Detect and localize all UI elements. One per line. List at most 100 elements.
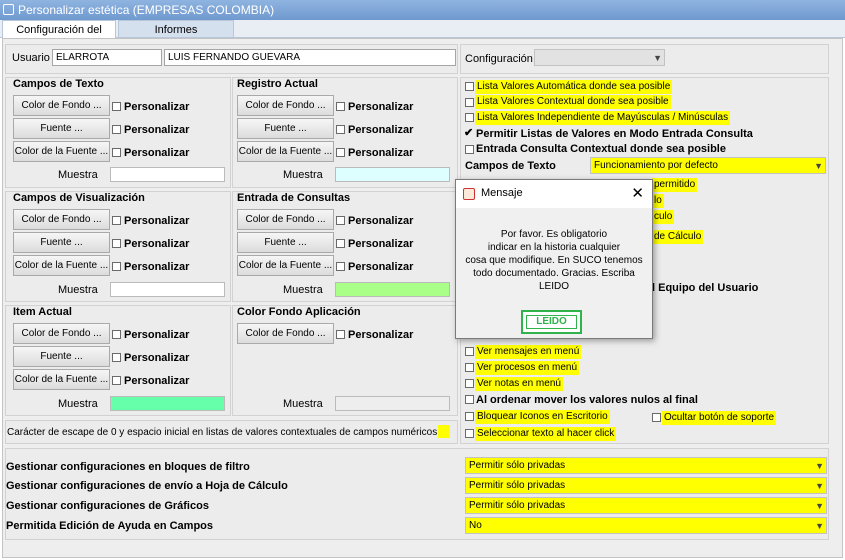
- lista-contextual-checkbox[interactable]: [465, 98, 474, 107]
- muestra-sample: [110, 282, 225, 297]
- color-fondo-button[interactable]: Color de Fondo ...: [13, 209, 110, 230]
- lista-independiente-checkbox[interactable]: [465, 113, 474, 122]
- personalizar-checkbox[interactable]: [336, 239, 345, 248]
- personalizar-label: Personalizar: [124, 329, 190, 341]
- lista-automatica-checkbox[interactable]: [465, 82, 474, 91]
- group-title: Item Actual: [13, 306, 72, 318]
- muestra-sample: [335, 396, 450, 411]
- personalizar-checkbox[interactable]: [112, 330, 121, 339]
- personalizar-checkbox[interactable]: [112, 216, 121, 225]
- fuente-button[interactable]: Fuente ...: [13, 232, 110, 253]
- muestra-sample: [335, 167, 450, 182]
- bottom-row-label: Gestionar configuraciones de Gráficos: [6, 500, 209, 512]
- app-icon: [3, 4, 14, 15]
- bottom-row-select[interactable]: No ▼: [465, 517, 827, 534]
- config-label: Configuración: [465, 53, 533, 65]
- fuente-button[interactable]: Fuente ...: [13, 118, 110, 139]
- escape-color-box[interactable]: [438, 425, 450, 438]
- muestra-label: Muestra: [58, 284, 98, 296]
- fuente-button[interactable]: Fuente ...: [237, 118, 334, 139]
- seleccionar-texto-label: Seleccionar texto al hacer click: [475, 427, 617, 441]
- user-name-field[interactable]: LUIS FERNANDO GUEVARA: [164, 49, 456, 66]
- personalizar-checkbox[interactable]: [336, 148, 345, 157]
- personalizar-checkbox[interactable]: [336, 216, 345, 225]
- personalizar-checkbox[interactable]: [336, 262, 345, 271]
- config-select[interactable]: ▼: [534, 49, 665, 66]
- personalizar-checkbox[interactable]: [112, 353, 121, 362]
- dialog-title: Mensaje: [481, 187, 523, 199]
- checkmark-icon[interactable]: ✔: [464, 126, 473, 139]
- personalizar-label: Personalizar: [348, 101, 414, 113]
- chevron-down-icon: ▼: [815, 481, 824, 491]
- personalizar-label: Personalizar: [124, 375, 190, 387]
- hidden-option-fragment: lo: [652, 194, 664, 208]
- personalizar-checkbox[interactable]: [336, 125, 345, 134]
- personalizar-label: Personalizar: [348, 124, 414, 136]
- color-fondo-button[interactable]: Color de Fondo ...: [13, 95, 110, 116]
- personalizar-label: Personalizar: [124, 261, 190, 273]
- color-fondo-button[interactable]: Color de Fondo ...: [13, 323, 110, 344]
- color-fuente-button[interactable]: Color de la Fuente ...: [13, 255, 110, 276]
- muestra-label: Muestra: [283, 169, 323, 181]
- ocultar-soporte-label: Ocultar botón de soporte: [662, 411, 777, 425]
- muestra-sample: [335, 282, 450, 297]
- user-code-field[interactable]: ELARROTA: [52, 49, 162, 66]
- ocultar-soporte-checkbox[interactable]: [652, 413, 661, 422]
- lista-independiente-label: Lista Valores Independiente de Mayúscula…: [475, 111, 731, 125]
- personalizar-checkbox[interactable]: [112, 239, 121, 248]
- close-icon[interactable]: ✕: [631, 184, 644, 202]
- tab-strip: Configuración del Usuario Informes: [0, 20, 845, 54]
- color-fondo-button[interactable]: Color de Fondo ...: [237, 95, 334, 116]
- window-title: Personalizar estética (EMPRESAS COLOMBIA…: [18, 3, 275, 17]
- personalizar-checkbox[interactable]: [112, 376, 121, 385]
- ver-mensajes-checkbox[interactable]: [465, 347, 474, 356]
- tab-configuracion-usuario[interactable]: Configuración del Usuario: [2, 20, 116, 54]
- personalizar-label: Personalizar: [348, 147, 414, 159]
- color-fuente-button[interactable]: Color de la Fuente ...: [13, 369, 110, 390]
- bottom-row-select[interactable]: Permitir sólo privadas ▼: [465, 477, 827, 494]
- hidden-option-fragment: l Equipo del Usuario: [652, 282, 759, 294]
- group-title: Entrada de Consultas: [237, 192, 351, 204]
- ver-mensajes-label: Ver mensajes en menú: [475, 345, 582, 359]
- bloquear-iconos-checkbox[interactable]: [465, 412, 474, 421]
- personalizar-label: Personalizar: [124, 238, 190, 250]
- ver-procesos-label: Ver procesos en menú: [475, 361, 580, 375]
- personalizar-label: Personalizar: [348, 261, 414, 273]
- ver-procesos-checkbox[interactable]: [465, 363, 474, 372]
- color-fuente-button[interactable]: Color de la Fuente ...: [13, 141, 110, 162]
- muestra-sample: [110, 167, 225, 182]
- muestra-label: Muestra: [283, 284, 323, 296]
- bottom-row-value: No: [469, 520, 482, 531]
- personalizar-checkbox[interactable]: [112, 262, 121, 271]
- personalizar-checkbox[interactable]: [112, 102, 121, 111]
- lista-contextual-label: Lista Valores Contextual donde sea posib…: [475, 95, 671, 109]
- personalizar-label: Personalizar: [124, 215, 190, 227]
- personalizar-checkbox[interactable]: [336, 330, 345, 339]
- nulos-final-checkbox[interactable]: [465, 395, 474, 404]
- bottom-row-value: Permitir sólo privadas: [469, 480, 566, 491]
- seleccionar-texto-checkbox[interactable]: [465, 429, 474, 438]
- leido-input-text: LEIDO: [526, 315, 577, 329]
- entrada-consulta-checkbox[interactable]: [465, 145, 474, 154]
- bottom-row-select[interactable]: Permitir sólo privadas ▼: [465, 457, 827, 474]
- fuente-button[interactable]: Fuente ...: [13, 346, 110, 367]
- personalizar-label: Personalizar: [124, 101, 190, 113]
- color-fondo-button[interactable]: Color de Fondo ...: [237, 209, 334, 230]
- personalizar-checkbox[interactable]: [112, 125, 121, 134]
- muestra-sample: [110, 396, 225, 411]
- color-fondo-button[interactable]: Color de Fondo ...: [237, 323, 334, 344]
- chevron-down-icon: ▼: [815, 521, 824, 531]
- ver-notas-checkbox[interactable]: [465, 379, 474, 388]
- campos-texto-select[interactable]: Funcionamiento por defecto ▼: [590, 157, 826, 174]
- bottom-row-select[interactable]: Permitir sólo privadas ▼: [465, 497, 827, 514]
- color-fuente-button[interactable]: Color de la Fuente ...: [237, 141, 334, 162]
- personalizar-checkbox[interactable]: [112, 148, 121, 157]
- campos-texto-label: Campos de Texto: [465, 160, 556, 172]
- hidden-option-fragment: permitido: [652, 178, 698, 192]
- personalizar-checkbox[interactable]: [336, 102, 345, 111]
- color-fuente-button[interactable]: Color de la Fuente ...: [237, 255, 334, 276]
- leido-input-button[interactable]: LEIDO: [521, 310, 582, 334]
- tab-informes[interactable]: Informes: [118, 20, 234, 38]
- fuente-button[interactable]: Fuente ...: [237, 232, 334, 253]
- group-title: Registro Actual: [237, 78, 318, 90]
